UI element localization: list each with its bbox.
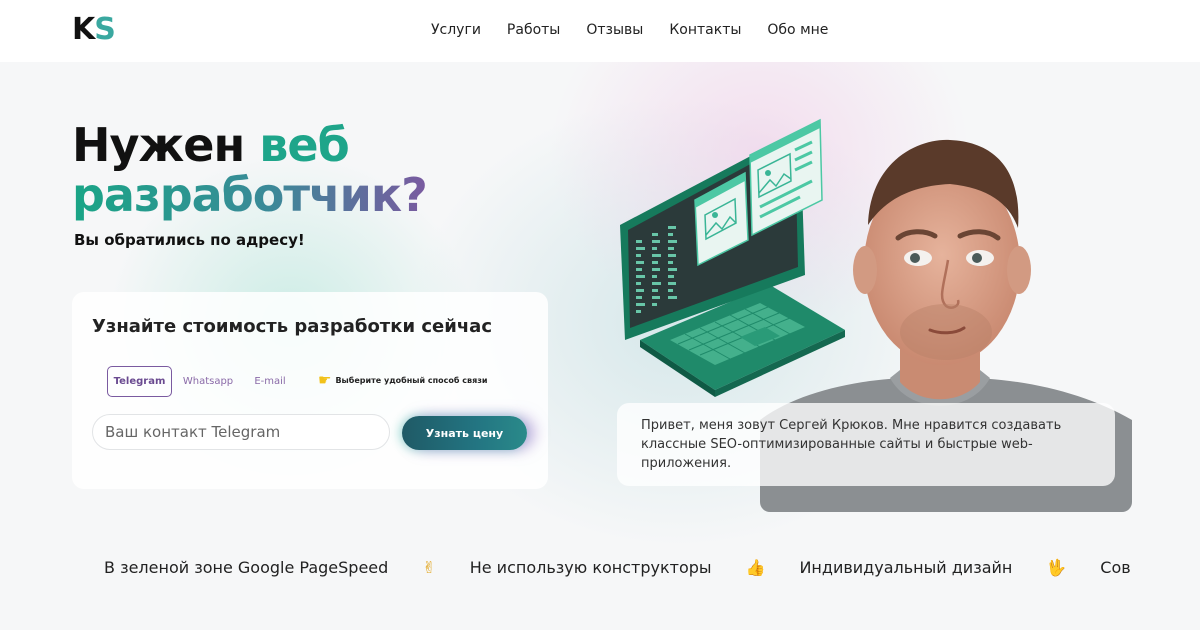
get-price-button[interactable]: Узнать цену — [402, 416, 527, 450]
hero-title: Нужен веб разработчик? — [72, 118, 428, 222]
ticker-item: Индивидуальный дизайн — [799, 557, 1013, 577]
about-bubble: Привет, меня зовут Сергей Крюков. Мне нр… — [617, 403, 1115, 486]
thumbs-up-icon: 👍 — [745, 557, 766, 577]
price-form-card: Узнайте стоимость разработки сейчас Tele… — [72, 292, 548, 489]
nav-item-works[interactable]: Работы — [507, 20, 560, 40]
contact-input[interactable] — [92, 414, 390, 450]
ticker-item: В зеленой зоне Google PageSpeed — [104, 557, 389, 577]
site-header: KS Услуги Работы Отзывы Контакты Обо мне — [0, 0, 1200, 62]
logo[interactable]: KS — [72, 12, 116, 48]
nav-item-reviews[interactable]: Отзывы — [586, 20, 643, 40]
ticker-item: Не использую конструкторы — [469, 557, 712, 577]
contact-hint: ☛ Выберите удобный способ связи — [318, 372, 487, 388]
vulcan-salute-icon: 🖖 — [1046, 557, 1067, 577]
logo-letter-s: S — [94, 12, 116, 47]
victory-hand-icon: ✌ — [422, 557, 436, 577]
pointing-hand-icon: ☛ — [318, 371, 332, 389]
hero-title-line2: разработчик? — [72, 168, 428, 222]
nav-item-services[interactable]: Услуги — [431, 20, 481, 40]
hero-title-plain: Нужен — [72, 118, 245, 172]
tab-telegram[interactable]: Telegram — [107, 366, 172, 397]
main-nav: Услуги Работы Отзывы Контакты Обо мне — [431, 20, 828, 40]
hero-subtitle: Вы обратились по адресу! — [74, 231, 305, 249]
logo-letter-k: K — [72, 12, 95, 47]
form-title: Узнайте стоимость разработки сейчас — [92, 316, 492, 337]
ticker-item: Совр — [1100, 557, 1130, 577]
hero-title-accent: веб — [259, 118, 349, 172]
nav-item-about[interactable]: Обо мне — [767, 20, 828, 40]
tab-email[interactable]: E-mail — [248, 366, 292, 397]
tab-whatsapp[interactable]: Whatsapp — [178, 366, 238, 397]
contact-hint-text: Выберите удобный способ связи — [335, 375, 488, 385]
features-ticker: В зеленой зоне Google PageSpeed ✌ Не исп… — [104, 555, 1130, 579]
nav-item-contacts[interactable]: Контакты — [669, 20, 741, 40]
